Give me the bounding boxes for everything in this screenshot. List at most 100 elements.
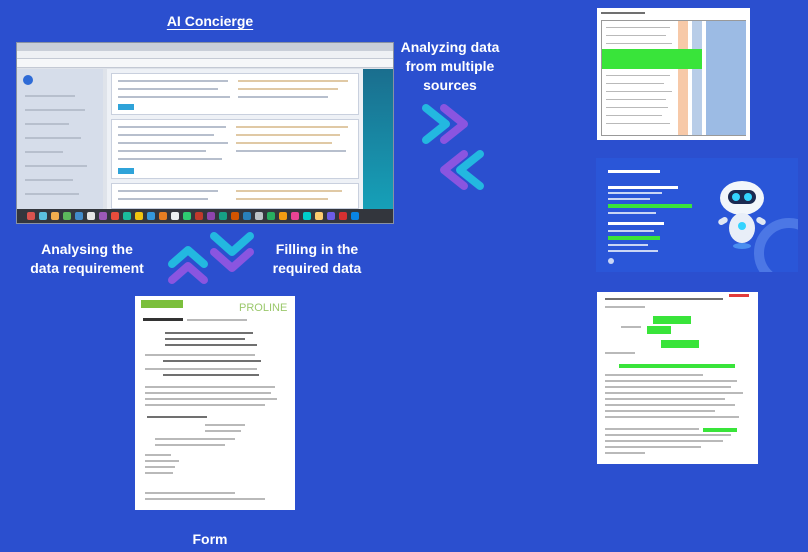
- screenshot-main-area: [107, 69, 363, 209]
- chevron-cyan: [422, 104, 450, 144]
- report-line: [605, 428, 699, 430]
- screenshot-titlebar: [17, 43, 393, 51]
- sidebar-line: [25, 123, 69, 125]
- screenshot-body: [17, 69, 393, 209]
- dock-app-icon: [315, 212, 323, 220]
- dock-app-icon: [183, 212, 191, 220]
- dock-app-icon: [243, 212, 251, 220]
- form-line: [145, 404, 265, 406]
- sheet-row-line: [606, 123, 670, 124]
- report-line: [605, 404, 735, 406]
- dock-app-icon: [75, 212, 83, 220]
- card-line: [236, 126, 348, 128]
- sheet-row-line: [606, 75, 670, 76]
- form-line: [155, 438, 235, 440]
- dock-app-icon: [195, 212, 203, 220]
- slide-title-line: [608, 170, 660, 173]
- chevron-arrow-icon: [168, 232, 254, 284]
- dock-app-icon: [327, 212, 335, 220]
- sheet-row-line: [606, 99, 666, 100]
- report-line: [605, 374, 703, 376]
- label-analysing-requirement: Analysing the data requirement: [30, 241, 144, 276]
- dock-app-icon: [339, 212, 347, 220]
- report-line: [605, 398, 725, 400]
- form-header-bar: [141, 300, 183, 308]
- card-line: [238, 96, 328, 98]
- form-line: [145, 368, 257, 370]
- sheet-highlight-row: [602, 49, 702, 69]
- dock-app-icon: [63, 212, 71, 220]
- form-document: PROLINE: [135, 296, 295, 510]
- sidebar-line: [25, 151, 63, 153]
- concierge-app-screenshot: [16, 42, 394, 224]
- sheet-row-line: [606, 91, 672, 92]
- chevron-cyan: [168, 246, 208, 268]
- form-line: [145, 454, 171, 456]
- card-line: [118, 158, 222, 160]
- slide-line: [608, 192, 662, 194]
- card-line: [118, 88, 218, 90]
- dock-app-icon: [123, 212, 131, 220]
- form-line: [145, 498, 265, 500]
- card-line: [236, 142, 332, 144]
- dock-app-icon: [99, 212, 107, 220]
- slide-line: [608, 250, 658, 252]
- card-line: [236, 134, 340, 136]
- dock-app-icon: [291, 212, 299, 220]
- sheet-row-line: [606, 115, 662, 116]
- dock-app-icon: [159, 212, 167, 220]
- card-line: [118, 150, 206, 152]
- sheet-row-line: [606, 35, 666, 36]
- dock-app-icon: [147, 212, 155, 220]
- report-line: [605, 352, 635, 354]
- slide-green-highlight: [608, 236, 660, 240]
- sheet-grid: [601, 20, 746, 136]
- pricing-slide-thumbnail: [596, 158, 798, 272]
- dock-app-icon: [207, 212, 215, 220]
- form-line: [165, 338, 245, 340]
- dock-app-icon: [39, 212, 47, 220]
- form-line: [147, 416, 207, 418]
- card-line: [118, 96, 230, 98]
- report-green-field: [647, 326, 671, 334]
- screenshot-dock: [17, 209, 393, 223]
- form-line: [165, 344, 257, 346]
- sheet-row-line: [606, 43, 672, 44]
- form-line: [155, 444, 225, 446]
- report-title-line: [605, 298, 723, 300]
- dock-app-icon: [231, 212, 239, 220]
- form-line: [145, 466, 175, 468]
- slide-line: [608, 222, 664, 225]
- report-line: [605, 446, 701, 448]
- report-green-field: [653, 316, 691, 324]
- chevron-cyan: [210, 232, 254, 256]
- robot-mascot-icon: [718, 181, 766, 249]
- report-line: [605, 380, 737, 382]
- form-heading: [143, 318, 183, 321]
- screenshot-message-card: [111, 119, 359, 179]
- form-line: [145, 492, 235, 494]
- card-line: [118, 142, 228, 144]
- form-line: [145, 460, 179, 462]
- screenshot-message-card: [111, 73, 359, 115]
- card-line: [118, 80, 228, 82]
- form-line: [145, 386, 275, 388]
- sheet-column-blue: [706, 21, 746, 135]
- report-line: [605, 434, 731, 436]
- form-line: [145, 398, 277, 400]
- dock-app-icon: [171, 212, 179, 220]
- sidebar-line: [25, 109, 85, 111]
- report-line: [605, 452, 645, 454]
- report-line: [605, 386, 731, 388]
- dock-app-icon: [255, 212, 263, 220]
- report-green-field: [619, 364, 735, 368]
- slide-line: [608, 212, 656, 214]
- sheet-column-orange: [678, 21, 688, 135]
- dock-app-icon: [351, 212, 359, 220]
- label-form: Form: [192, 531, 228, 547]
- report-line: [621, 326, 641, 328]
- report-red-mark: [729, 294, 749, 297]
- slide-line: [608, 244, 648, 246]
- dock-app-icon: [51, 212, 59, 220]
- screenshot-side-panel: [363, 69, 393, 209]
